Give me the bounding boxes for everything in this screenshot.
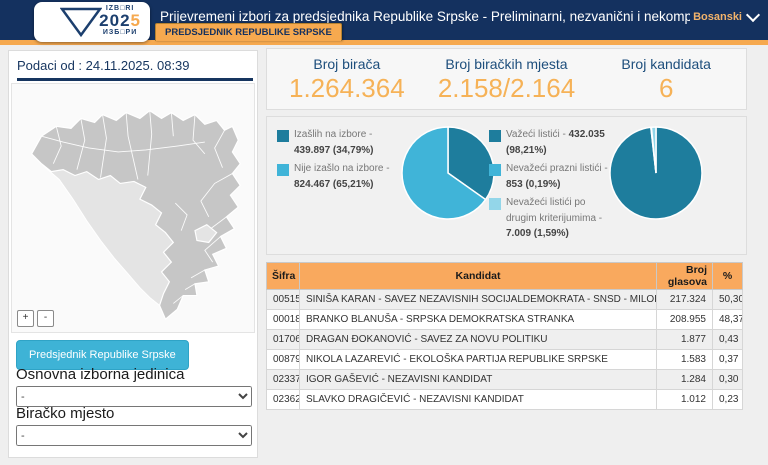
logo-year-text: 2025	[99, 12, 141, 29]
candidate-votes: 217.324	[657, 290, 713, 310]
electoral-unit-label: Osnovna izborna jedinica	[16, 366, 184, 383]
candidate-code: 00018	[267, 310, 300, 330]
legend-value: 824.467 (65,21%)	[294, 179, 374, 190]
candidate-name: SINIŠA KARAN - SAVEZ NEZAVISNIH SOCIJALD…	[300, 290, 657, 310]
language-selector[interactable]: Bosanski	[693, 11, 758, 23]
legend-label: Nije izašlo na izbore -	[294, 163, 390, 174]
candidate-name: SLAVKO DRAGIČEVIĆ - NEZAVISNI KANDIDAT	[300, 390, 657, 410]
column-header-kandidat[interactable]: Kandidat	[300, 263, 657, 290]
candidate-name: IGOR GAŠEVIĆ - NEZAVISNI KANDIDAT	[300, 370, 657, 390]
candidate-code: 01706	[267, 330, 300, 350]
legend-value: 439.897 (34,79%)	[294, 145, 374, 156]
legend-swatch	[489, 198, 501, 210]
candidate-votes: 1.583	[657, 350, 713, 370]
results-table: Šifra Kandidat Broj glasova % 00515SINIŠ…	[266, 262, 743, 410]
polling-station-select[interactable]: -	[16, 425, 252, 446]
polling-station-label: Biračko mjesto	[16, 405, 114, 422]
sidebar: Podaci od : 24.11.2025. 08:39	[8, 50, 258, 458]
candidate-code: 00879	[267, 350, 300, 370]
map-zoom-controls: + -	[17, 310, 54, 327]
turnout-pie-chart	[400, 125, 496, 221]
data-as-of: Podaci od : 24.11.2025. 08:39	[17, 58, 253, 81]
stat-candidates-value: 6	[586, 73, 746, 104]
legend-swatch	[489, 164, 501, 176]
candidate-code: 00515	[267, 290, 300, 310]
legend-item: Nevažeći listići po drugim kriterijumima…	[489, 195, 609, 242]
results-table-body: 00515SINIŠA KARAN - SAVEZ NEZAVISNIH SOC…	[267, 290, 743, 410]
candidate-percent: 48,37	[713, 310, 743, 330]
race-tab[interactable]: PREDSJEDNIK REPUBLIKE SRPSKE	[155, 23, 342, 41]
map-panel: + -	[11, 83, 255, 333]
page: IZB□RI 2025 ИЗБ□РИ Prijevremeni izbori z…	[0, 0, 768, 465]
candidate-percent: 0,37	[713, 350, 743, 370]
charts-panel: Izašlih na izbore - 439.897 (34,79%)Nije…	[266, 116, 747, 255]
stat-candidates: Broj kandidata 6	[586, 49, 746, 109]
stat-voters: Broj birača 1.264.364	[267, 49, 427, 109]
legend-item: Važeći listići - 432.035 (98,21%)	[489, 127, 609, 158]
candidate-name: BRANKO BLANUŠA - SRPSKA DEMOKRATSKA STRA…	[300, 310, 657, 330]
stats-panel: Broj birača 1.264.364 Broj biračkih mjes…	[266, 48, 747, 110]
page-title: Prijevremeni izbori za predsjednika Repu…	[160, 9, 690, 24]
candidate-percent: 0,30	[713, 370, 743, 390]
stat-polling-stations: Broj biračkih mjesta 2.158/2.164	[427, 49, 587, 109]
table-row: 00018BRANKO BLANUŠA - SRPSKA DEMOKRATSKA…	[267, 310, 743, 330]
stat-polling-stations-value: 2.158/2.164	[427, 73, 587, 104]
stat-voters-label: Broj birača	[267, 56, 427, 72]
candidate-votes: 1.284	[657, 370, 713, 390]
candidate-percent: 0,23	[713, 390, 743, 410]
stat-voters-value: 1.264.364	[267, 73, 427, 104]
column-header-percent[interactable]: %	[713, 263, 743, 290]
ballots-pie-chart	[608, 125, 704, 221]
chevron-down-icon	[746, 8, 760, 22]
bosnia-map[interactable]	[12, 84, 254, 332]
legend-item: Izašlih na izbore - 439.897 (34,79%)	[277, 127, 403, 158]
legend-label: Nevažeći prazni listići -	[506, 163, 608, 174]
stat-candidates-label: Broj kandidata	[586, 56, 746, 72]
legend-swatch	[489, 130, 501, 142]
legend-item: Nevažeći prazni listići - 853 (0,19%)	[489, 161, 609, 192]
column-header-sifra[interactable]: Šifra	[267, 263, 300, 290]
legend-label: Izašlih na izbore -	[294, 129, 372, 140]
legend-swatch	[277, 164, 289, 176]
candidate-code: 02337	[267, 370, 300, 390]
table-row: 02362SLAVKO DRAGIČEVIĆ - NEZAVISNI KANDI…	[267, 390, 743, 410]
legend-value: 853 (0,19%)	[506, 179, 560, 190]
legend-item: Nije izašlo na izbore - 824.467 (65,21%)	[277, 161, 403, 192]
zoom-out-button[interactable]: -	[37, 310, 54, 327]
candidate-percent: 0,43	[713, 330, 743, 350]
ballot-funnel-icon	[60, 7, 102, 37]
candidate-code: 02362	[267, 390, 300, 410]
izbori-2025-logo: IZB□RI 2025 ИЗБ□РИ	[34, 2, 150, 42]
legend-value: 7.009 (1,59%)	[506, 228, 569, 239]
table-row: 02337IGOR GAŠEVIĆ - NEZAVISNI KANDIDAT1.…	[267, 370, 743, 390]
column-header-broj-glasova[interactable]: Broj glasova	[657, 263, 713, 290]
legend-label: Važeći listići -	[506, 129, 569, 140]
zoom-in-button[interactable]: +	[17, 310, 34, 327]
candidate-percent: 50,30	[713, 290, 743, 310]
electoral-unit-select[interactable]: -	[16, 386, 252, 407]
table-row: 00515SINIŠA KARAN - SAVEZ NEZAVISNIH SOC…	[267, 290, 743, 310]
logo-bottom-text: ИЗБ□РИ	[99, 29, 141, 36]
language-label: Bosanski	[693, 11, 742, 23]
legend-swatch	[277, 130, 289, 142]
candidate-name: DRAGAN ĐOKANOVIĆ - SAVEZ ZA NOVU POLITIK…	[300, 330, 657, 350]
results-table-header-row: Šifra Kandidat Broj glasova %	[267, 263, 743, 290]
candidate-votes: 1.877	[657, 330, 713, 350]
candidate-votes: 208.955	[657, 310, 713, 330]
table-row: 01706DRAGAN ĐOKANOVIĆ - SAVEZ ZA NOVU PO…	[267, 330, 743, 350]
logo-text: IZB□RI 2025 ИЗБ□РИ	[99, 5, 141, 36]
table-row: 00879NIKOLA LAZAREVIĆ - EKOLOŠKA PARTIJA…	[267, 350, 743, 370]
turnout-legend: Izašlih na izbore - 439.897 (34,79%)Nije…	[277, 127, 403, 195]
candidate-name: NIKOLA LAZAREVIĆ - EKOLOŠKA PARTIJA REPU…	[300, 350, 657, 370]
candidate-votes: 1.012	[657, 390, 713, 410]
legend-label: Nevažeći listići po drugim kriterijumima…	[506, 197, 602, 224]
ballots-legend: Važeći listići - 432.035 (98,21%)Nevažeć…	[489, 127, 609, 245]
stat-polling-stations-label: Broj biračkih mjesta	[427, 56, 587, 72]
